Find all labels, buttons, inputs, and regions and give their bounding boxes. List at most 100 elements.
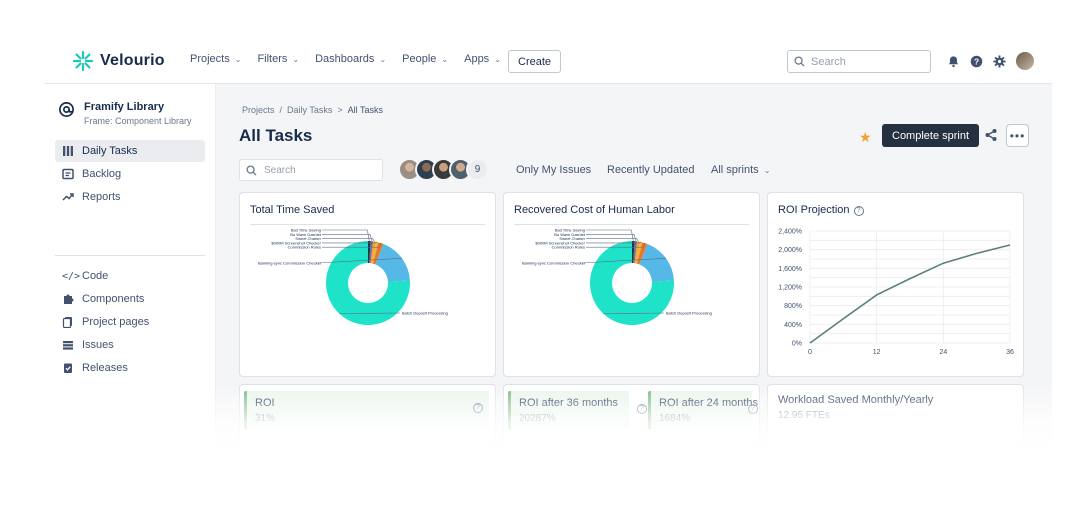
- search-placeholder: Search: [264, 164, 296, 176]
- sidebar-item-issues[interactable]: Issues: [55, 334, 205, 356]
- sidebar-item-components[interactable]: Components: [55, 288, 205, 310]
- nav-menu: Projects ⌄ Filters ⌄ Dashboards ⌄ People ⌄ A…: [190, 53, 501, 65]
- project-name: Framify Library: [84, 101, 165, 113]
- card-title: Recovered Cost of Human Labor: [514, 204, 675, 216]
- card-title-text: ROI Projection: [778, 204, 850, 216]
- gear-icon[interactable]: [993, 54, 1006, 68]
- slice-label: Commission Rules: [288, 245, 321, 250]
- x-tick-label: 12: [873, 349, 881, 356]
- create-button[interactable]: Create: [508, 50, 562, 73]
- logo[interactable]: Velourio: [72, 50, 165, 72]
- board-icon: [63, 146, 73, 156]
- sidebar-item-label: Code: [82, 270, 109, 282]
- chevron-down-icon: ⌄: [379, 54, 387, 64]
- menu-dashboards[interactable]: Dashboards ⌄: [315, 53, 386, 65]
- recently-updated-filter[interactable]: Recently Updated: [607, 164, 694, 176]
- slice-label: Batch Deposit Processing: [402, 311, 448, 316]
- search-placeholder: Search: [811, 55, 846, 68]
- sidebar-item-code[interactable]: </> Code: [55, 265, 205, 287]
- x-tick-label: 24: [939, 349, 947, 356]
- breadcrumb-projects[interactable]: Projects: [242, 105, 275, 115]
- sidebar-item-releases[interactable]: Releases: [55, 357, 205, 379]
- sidebar-item-label: Project pages: [82, 316, 150, 328]
- issues-icon: [63, 341, 73, 350]
- x-tick-label: 36: [1006, 349, 1014, 356]
- y-tick-label: 2,000%: [778, 247, 802, 254]
- info-icon[interactable]: ?: [853, 206, 864, 216]
- sidebar-item-label: Backlog: [82, 168, 122, 180]
- sidebar-item-backlog[interactable]: Backlog: [55, 163, 205, 185]
- info-icon[interactable]: ?: [748, 404, 758, 414]
- app-name: Velourio: [100, 52, 165, 69]
- chevron-down-icon: ⌄: [763, 165, 771, 175]
- all-sprints-dropdown[interactable]: All sprints ⌄: [711, 164, 770, 176]
- total-time-saved-pie-chart: Bad Time SavingBo Wave DashletSweet Char…: [258, 228, 448, 325]
- y-tick-label: 1,200%: [778, 285, 802, 292]
- roi-card: ROI 31% ?: [239, 384, 496, 444]
- total-time-saved-card: Total Time Saved Bad Time Saving Bo Wave …: [239, 192, 496, 377]
- card-title: Workload Saved Monthly/Yearly: [778, 394, 934, 406]
- slice-label: Banking-sync Commission Checker: [258, 261, 322, 266]
- menu-people[interactable]: People ⌄: [402, 53, 448, 65]
- sidebar: Framify Library Frame: Component Library…: [44, 84, 216, 446]
- breadcrumb-all-tasks: All Tasks: [347, 105, 384, 115]
- sidebar-item-label: Reports: [82, 191, 121, 203]
- app-window: Velourio Projects ⌄ Filters ⌄ Dashboards ⌄ …: [44, 38, 1052, 446]
- complete-sprint-button[interactable]: Complete sprint: [882, 124, 980, 147]
- search-icon: [246, 164, 257, 176]
- menu-filters[interactable]: Filters ⌄: [257, 53, 299, 65]
- y-tick-label: 1,600%: [778, 266, 802, 273]
- top-navigation: Velourio Projects ⌄ Filters ⌄ Dashboards ⌄ …: [44, 38, 1052, 84]
- sidebar-item-reports[interactable]: Reports: [55, 186, 205, 208]
- roi-kpi: ROI 31% ?: [244, 391, 489, 429]
- menu-apps[interactable]: Apps ⌄: [464, 53, 501, 65]
- share-icon[interactable]: [984, 128, 998, 142]
- sidebar-item-project-pages[interactable]: Project pages: [55, 311, 205, 333]
- star-icon[interactable]: ★: [859, 129, 872, 146]
- chevron-down-icon: ⌄: [234, 54, 242, 64]
- reports-icon: [62, 193, 74, 201]
- logo-icon: [72, 50, 94, 72]
- menu-projects[interactable]: Projects ⌄: [190, 53, 241, 65]
- bell-icon[interactable]: [947, 55, 960, 68]
- menu-label: People: [402, 53, 437, 65]
- global-search-input[interactable]: Search: [787, 50, 931, 73]
- page-title: All Tasks: [239, 126, 313, 145]
- card-title: Total Time Saved: [250, 204, 335, 216]
- sidebar-item-label: Issues: [82, 339, 114, 351]
- kpi-title: ROI after 36 months: [519, 397, 619, 409]
- series-line: [809, 244, 1011, 344]
- y-tick-label: 2,400%: [778, 229, 802, 236]
- user-avatar[interactable]: [1016, 52, 1034, 70]
- recovered-cost-pie-chart: Bad Time SavingBo Wave DashletSweet Char…: [522, 228, 712, 325]
- slice-label: Commission Rules: [552, 245, 585, 250]
- y-tick-label: 800%: [784, 303, 802, 310]
- chevron-down-icon: ⌄: [292, 54, 300, 64]
- more-assignees-count[interactable]: 9: [466, 158, 489, 181]
- project-header[interactable]: Framify Library Frame: Component Library: [58, 101, 192, 126]
- breadcrumb-separator: /: [279, 105, 283, 115]
- kpi-value: 1684%: [659, 413, 691, 424]
- menu-label: Apps: [464, 53, 490, 65]
- breadcrumb-daily-tasks[interactable]: Daily Tasks: [287, 105, 332, 115]
- roi-projection-card: ROI Projection? 0% 400% 800% 1,200% 1,600% 2,…: [767, 192, 1024, 377]
- info-icon[interactable]: ?: [473, 403, 483, 413]
- only-my-issues-filter[interactable]: Only My Issues: [516, 164, 591, 176]
- recovered-cost-card: Recovered Cost of Human Labor Bad Time S…: [503, 192, 760, 377]
- sidebar-item-daily-tasks[interactable]: Daily Tasks: [55, 140, 205, 162]
- releases-icon: [64, 363, 72, 373]
- info-icon[interactable]: ?: [637, 404, 647, 414]
- search-icon: [794, 56, 805, 67]
- board-search-input[interactable]: Search: [239, 159, 383, 181]
- code-icon: </>: [62, 270, 81, 282]
- menu-label: Dashboards: [315, 53, 375, 65]
- more-options-button[interactable]: •••: [1006, 124, 1029, 147]
- breadcrumb: Projects / Daily Tasks > All Tasks: [242, 105, 383, 115]
- help-icon[interactable]: ?: [970, 55, 983, 68]
- puzzle-icon: [64, 294, 74, 304]
- roi-projection-line-chart: 0% 400% 800% 1,200% 1,600% 2,000% 2,400% 0 12 24 3…: [778, 229, 1014, 357]
- pages-icon: [62, 317, 72, 328]
- main-content: Projects / Daily Tasks > All Tasks All T…: [216, 84, 1052, 446]
- y-tick-label: 400%: [784, 322, 802, 329]
- roi-36-months-kpi: ROI after 36 months 20287%: [508, 391, 629, 429]
